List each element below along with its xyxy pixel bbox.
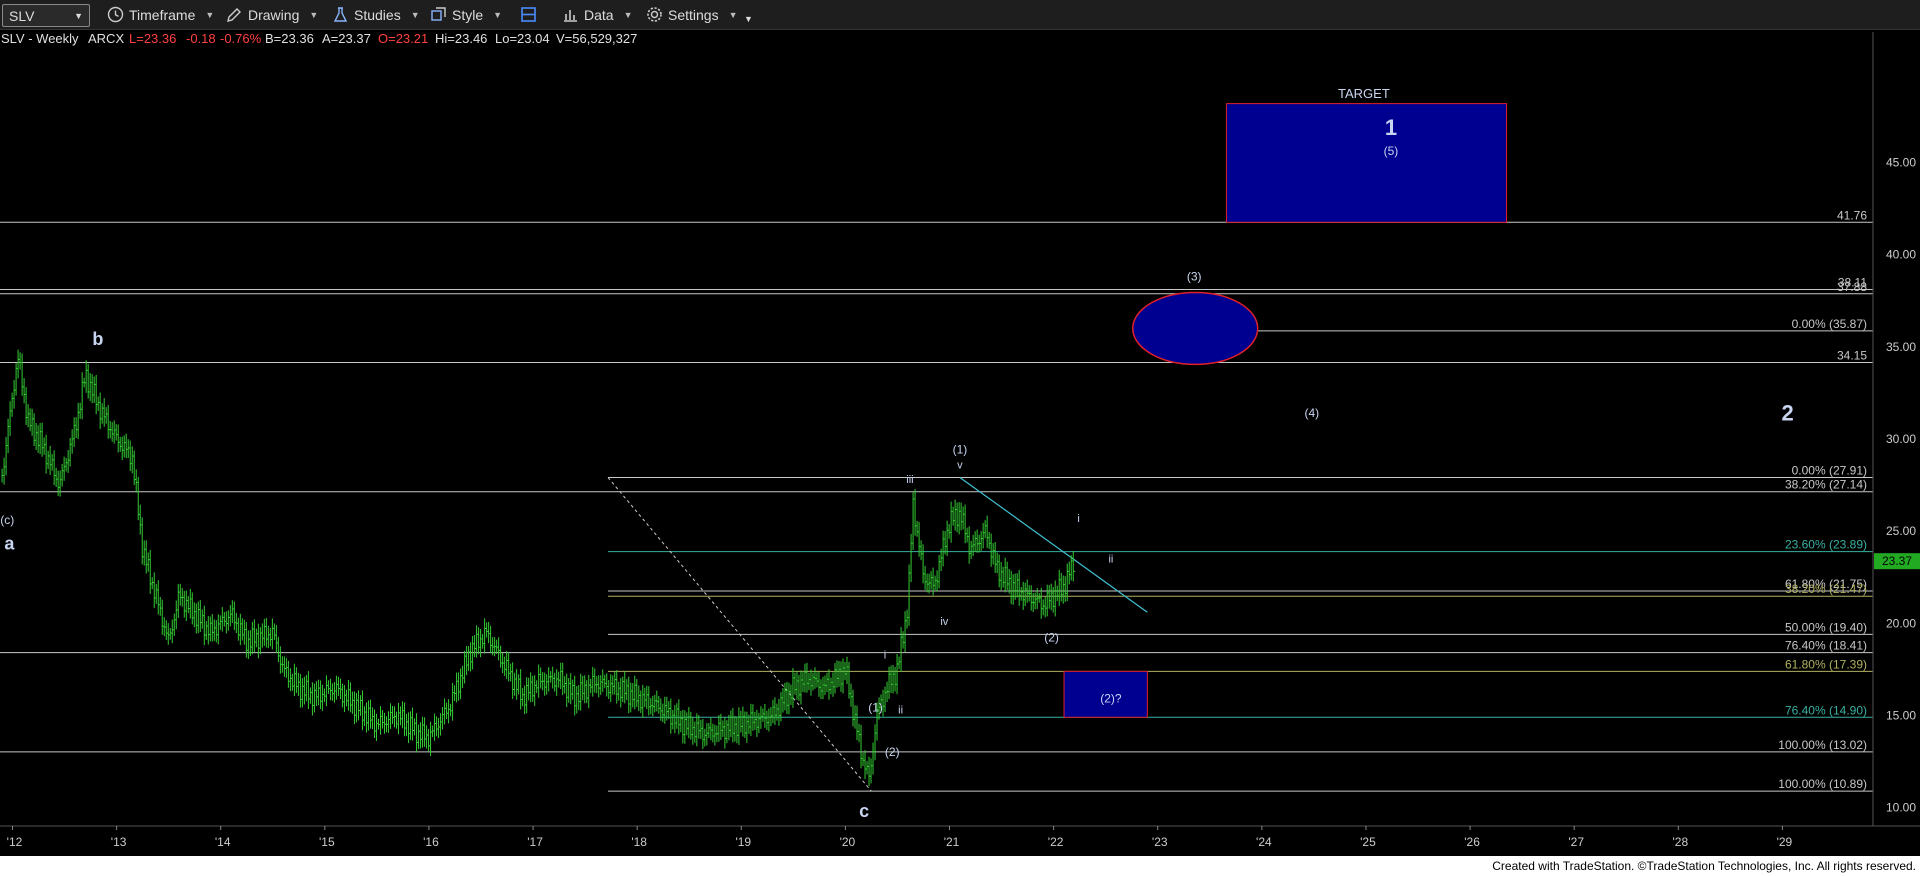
- x-tick-label: '23: [1152, 835, 1168, 849]
- wave3-ellipse: [1132, 291, 1259, 366]
- header-last: L=23.36: [129, 31, 176, 46]
- y-tick-label: 30.00: [1886, 432, 1916, 446]
- wave-label: 1: [1385, 115, 1397, 140]
- wave-label: iv: [940, 616, 948, 628]
- header-name: SLV - Weekly: [1, 31, 79, 46]
- wave-label: b: [92, 329, 103, 349]
- level-label: 41.76: [1837, 208, 1867, 222]
- level-label: 61.80% (17.39): [1785, 657, 1867, 671]
- wave-label: iii: [906, 474, 913, 486]
- header-high: Hi=23.46: [435, 31, 487, 46]
- level-label: 50.00% (19.40): [1785, 620, 1867, 634]
- y-tick-label: 15.00: [1886, 708, 1916, 722]
- y-tick-label: 10.00: [1886, 801, 1916, 815]
- x-tick-label: '22: [1048, 835, 1064, 849]
- wave-label: ii: [898, 705, 903, 717]
- level-label: 100.00% (10.89): [1778, 777, 1867, 791]
- wave-label: (4): [1304, 406, 1319, 420]
- y-tick-label: 25.00: [1886, 524, 1916, 538]
- x-tick-label: '24: [1256, 835, 1272, 849]
- level-label: 38.20% (21.47): [1785, 582, 1867, 596]
- x-tick-label: '20: [840, 835, 856, 849]
- wave-label: (2)?: [1100, 692, 1122, 706]
- target-box: [1225, 103, 1508, 223]
- wave-label: a: [4, 534, 15, 554]
- y-tick-label: 35.00: [1886, 340, 1916, 354]
- level-label: 38.20% (27.14): [1785, 478, 1867, 492]
- footer-text: Created with TradeStation. ©TradeStation…: [1492, 859, 1916, 873]
- level-label: 100.00% (13.02): [1778, 738, 1867, 752]
- price-layer: [1, 349, 1076, 787]
- wave-label: 2: [1782, 401, 1794, 426]
- x-tick-label: '18: [631, 835, 647, 849]
- wave-label: ii: [1108, 553, 1113, 565]
- wave-label: (2): [1044, 631, 1059, 645]
- wave-label: (5): [1384, 144, 1399, 158]
- x-tick-label: '13: [111, 835, 127, 849]
- header-open: O=23.21: [378, 31, 428, 46]
- wave-label: (c): [0, 513, 14, 527]
- axes-layer: 10.00 15.00 20.00 25.00 30.00 35.00 40.00 45.00…: [0, 32, 1920, 849]
- wave-label: (2): [885, 745, 900, 759]
- y-tick-label: 20.00: [1886, 616, 1916, 630]
- x-tick-label: '25: [1360, 835, 1376, 849]
- wave-label: i: [1077, 513, 1079, 525]
- level-label: 37.88: [1837, 280, 1867, 294]
- wave-label: v: [957, 459, 963, 471]
- x-tick-label: '15: [319, 835, 335, 849]
- x-tick-label: '16: [423, 835, 439, 849]
- header-exchange: ARCX: [88, 31, 124, 46]
- level-label: 0.00% (35.87): [1792, 317, 1867, 331]
- x-tick-label: '14: [215, 835, 231, 849]
- x-tick-label: '21: [944, 835, 960, 849]
- header-bid: B=23.36: [265, 31, 314, 46]
- wave-label: c: [859, 801, 869, 821]
- price-chart[interactable]: 41.7638.1137.880.00% (35.87)34.150.00% (…: [0, 0, 1920, 856]
- wave-label: (3): [1187, 270, 1202, 284]
- x-tick-label: '28: [1672, 835, 1688, 849]
- wave-label: (1): [953, 443, 968, 457]
- x-tick-label: '27: [1568, 835, 1584, 849]
- header-change-pct: -0.76%: [220, 31, 262, 46]
- level-label: 76.40% (14.90): [1785, 703, 1867, 717]
- x-tick-label: '19: [735, 835, 751, 849]
- level-label: 0.00% (27.91): [1792, 464, 1867, 478]
- x-tick-label: '12: [7, 835, 23, 849]
- level-label: 76.40% (18.41): [1785, 639, 1867, 653]
- header-ask: A=23.37: [322, 31, 371, 46]
- last-price-label: 23.37: [1882, 554, 1912, 568]
- x-tick-label: '29: [1777, 835, 1793, 849]
- header-change: -0.18: [186, 31, 216, 46]
- wave-label: TARGET: [1338, 86, 1390, 101]
- levels-layer: 41.7638.1137.880.00% (35.87)34.150.00% (…: [0, 208, 1873, 792]
- y-tick-label: 45.00: [1886, 156, 1916, 170]
- y-tick-label: 40.00: [1886, 248, 1916, 262]
- wave-label: (1): [868, 701, 883, 715]
- x-tick-label: '17: [527, 835, 543, 849]
- level-label: 23.60% (23.89): [1785, 538, 1867, 552]
- header-volume: V=56,529,327: [556, 31, 637, 46]
- wave-label: i: [884, 649, 886, 661]
- footer: Created with TradeStation. ©TradeStation…: [0, 856, 1920, 876]
- annotations-layer: b(c)acTARGET1(5)(3)(4) 2(1)viiiiiiiv(2)i(…: [0, 86, 1793, 821]
- level-label: 34.15: [1837, 349, 1867, 363]
- header-low: Lo=23.04: [495, 31, 550, 46]
- shapes-layer: [607, 103, 1508, 792]
- x-tick-label: '26: [1464, 835, 1480, 849]
